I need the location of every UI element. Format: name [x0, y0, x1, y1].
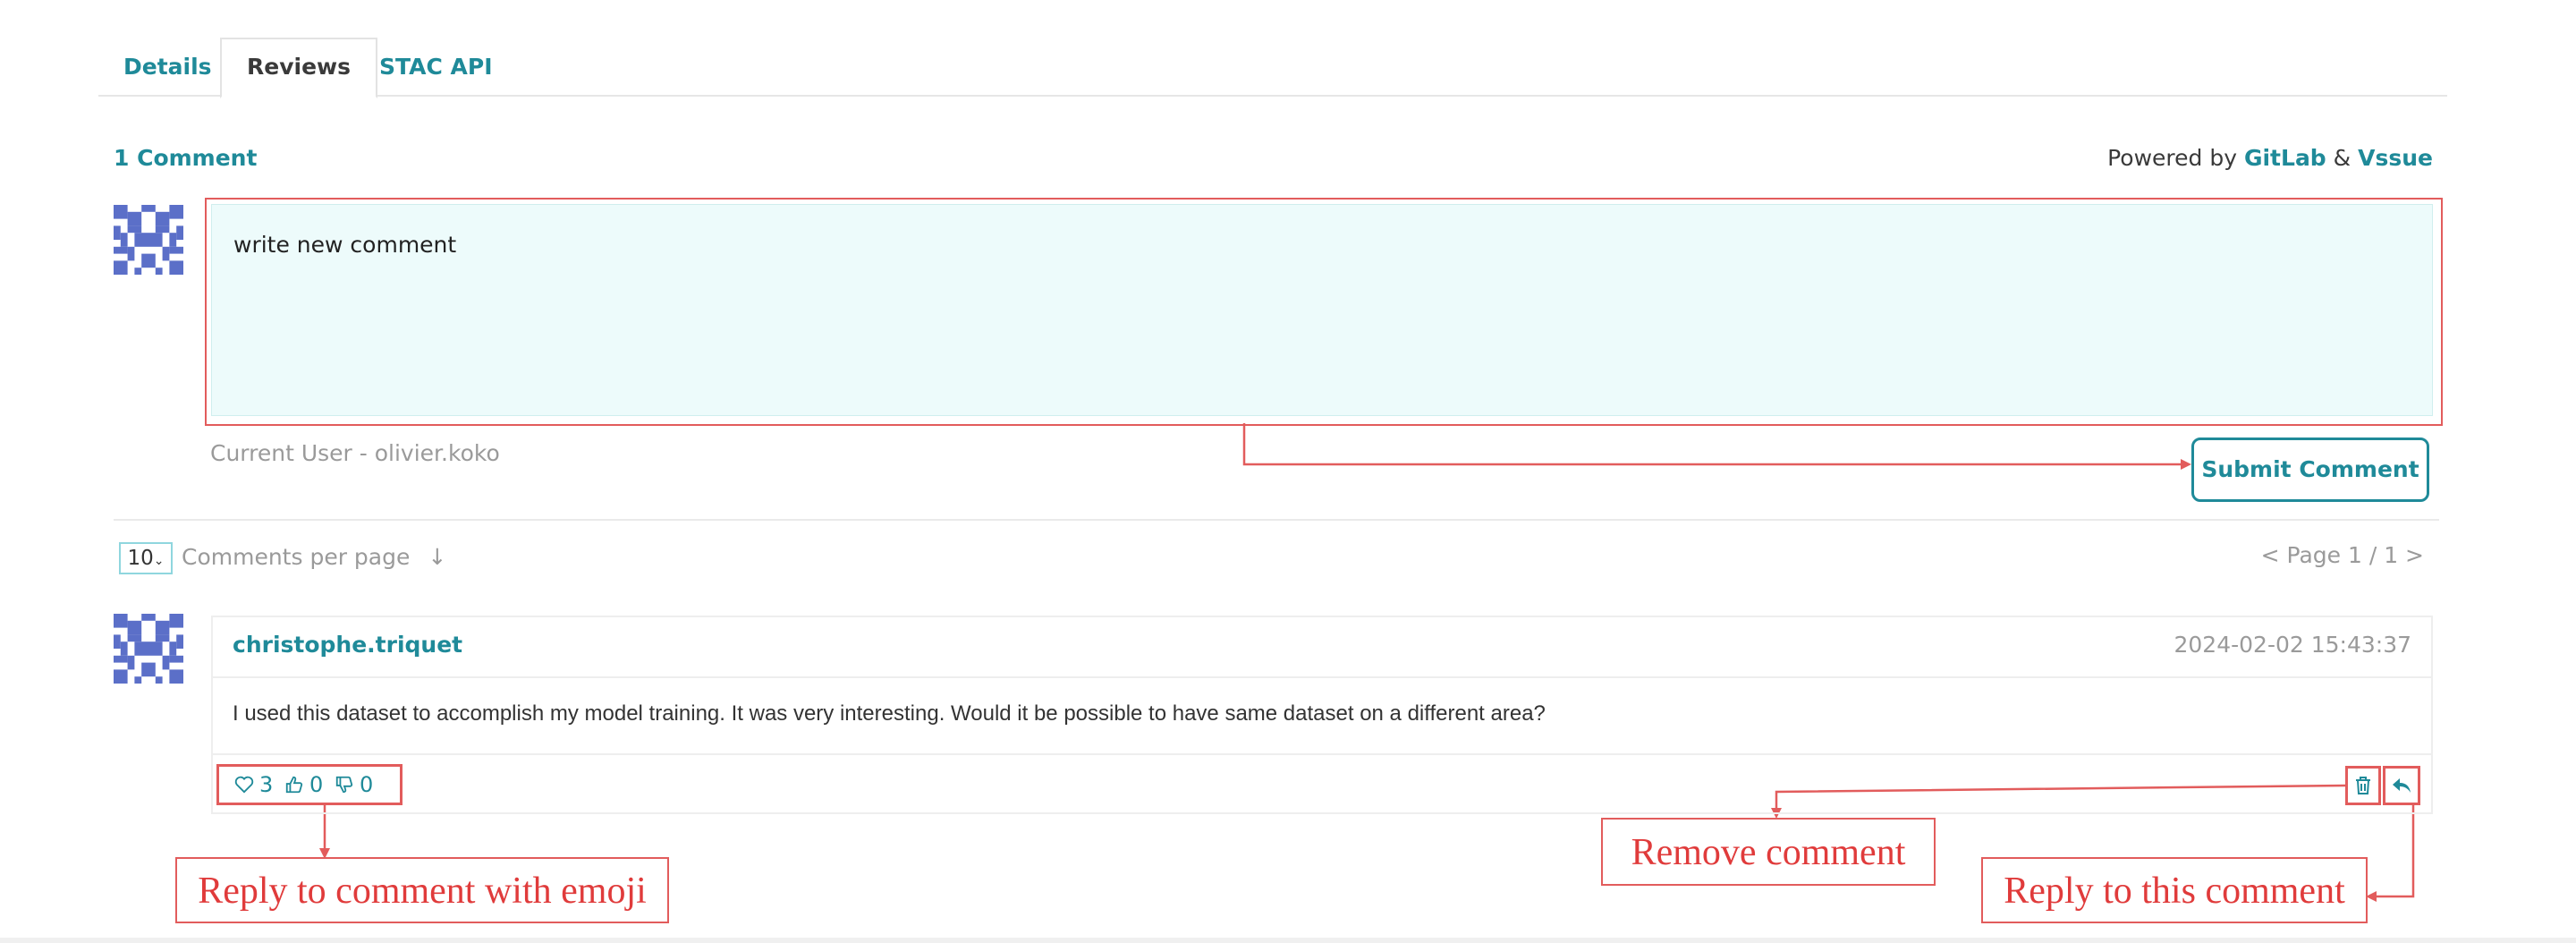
comment-author[interactable]: christophe.triquet [233, 632, 462, 658]
page-bottom-border [0, 938, 2576, 943]
pagination[interactable]: < Page 1 / 1 > [2261, 542, 2424, 568]
comment-author-avatar [114, 614, 183, 684]
trash-icon [2356, 777, 2370, 794]
section-divider [114, 519, 2439, 521]
heart-icon [234, 776, 254, 794]
comment-body: I used this dataset to accomplish my mod… [233, 701, 1546, 726]
unlike-reaction[interactable]: 0 [335, 771, 373, 798]
thumbs-down-icon [335, 776, 353, 794]
callout-remove-comment: Remove comment [1601, 818, 1936, 886]
callout-reply-comment: Reply to this comment [1981, 857, 2368, 923]
per-page-label: Comments per page ↓ [182, 544, 446, 570]
per-page-select[interactable]: 10⌄ [119, 542, 173, 574]
delete-comment-button[interactable] [2345, 766, 2381, 805]
comment-header-divider [211, 676, 2433, 678]
reply-comment-button[interactable] [2383, 766, 2420, 805]
heart-reaction[interactable]: 3 [234, 771, 273, 798]
thumbs-up-icon [285, 776, 303, 794]
per-page-value: 10 [127, 547, 154, 570]
per-page-text: Comments per page [182, 544, 411, 570]
heart-count: 3 [259, 772, 274, 797]
like-reaction[interactable]: 0 [284, 771, 323, 798]
callout-reply-emoji: Reply to comment with emoji [175, 857, 669, 923]
chevron-down-icon: ⌄ [153, 554, 165, 568]
sort-arrow-icon[interactable]: ↓ [428, 544, 446, 570]
reply-icon [2393, 778, 2411, 793]
comment-footer-divider [211, 753, 2433, 755]
like-count: 0 [309, 772, 324, 797]
unlike-count: 0 [360, 772, 374, 797]
comment-date: 2024-02-02 15:43:37 [2174, 632, 2411, 658]
